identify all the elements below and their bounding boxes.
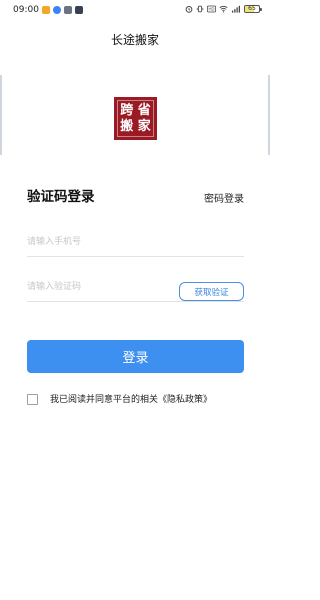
page-title: 长途搬家 xyxy=(110,33,159,47)
status-notification-icons xyxy=(42,6,83,14)
login-mode-title: 验证码登录 xyxy=(27,189,95,205)
battery-icon: 65 xyxy=(244,5,262,13)
phone-input[interactable] xyxy=(27,229,167,253)
notification-app-icon xyxy=(75,6,83,14)
battery-level: 65 xyxy=(248,5,256,12)
logo-char: 省 xyxy=(137,102,151,118)
signal-icon xyxy=(232,5,240,13)
notification-app-icon xyxy=(53,6,61,14)
agreement-checkbox[interactable] xyxy=(27,394,38,405)
svg-text:HD: HD xyxy=(209,7,215,12)
notification-app-icon xyxy=(42,6,50,14)
status-system-icons: HD 65 xyxy=(185,5,262,13)
verification-code-input[interactable] xyxy=(27,274,167,298)
logo-char: 搬 xyxy=(120,118,134,134)
password-login-link[interactable]: 密码登录 xyxy=(204,190,244,205)
login-button[interactable]: 登录 xyxy=(27,340,244,373)
logo-frame: 跨 省 搬 家 xyxy=(117,100,154,137)
phone-field xyxy=(27,229,244,257)
logo-char: 家 xyxy=(137,118,151,134)
hd-icon: HD xyxy=(207,5,216,13)
status-time: 09:00 xyxy=(13,5,39,15)
get-code-button[interactable]: 获取验证 xyxy=(179,282,244,301)
logo-char: 跨 xyxy=(120,102,134,118)
wifi-icon xyxy=(219,5,228,13)
app-logo: 跨 省 搬 家 xyxy=(114,97,157,140)
vibrate-icon xyxy=(196,5,204,13)
edge-accent-left xyxy=(0,75,2,155)
status-bar: 09:00 HD 65 xyxy=(0,0,270,22)
notification-app-icon xyxy=(64,6,72,14)
alarm-icon xyxy=(185,6,193,13)
agreement-text[interactable]: 我已阅读并同意平台的相关《隐私政策》 xyxy=(50,392,212,405)
edge-accent-right xyxy=(268,75,270,155)
